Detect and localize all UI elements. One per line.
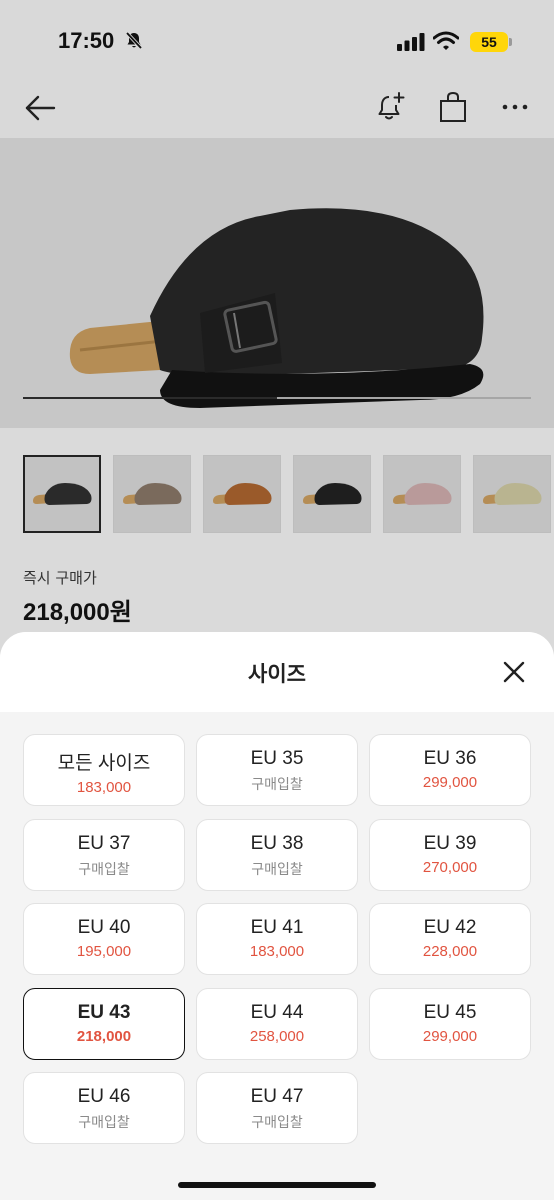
size-option[interactable]: EU 39 270,000 [369, 818, 531, 891]
thumbnail-black[interactable] [23, 455, 101, 533]
wifi-icon [432, 31, 460, 55]
size-option-label: EU 38 [250, 832, 304, 854]
more-icon[interactable] [498, 90, 532, 124]
cellular-signal-icon [397, 33, 425, 55]
size-option[interactable]: EU 41 183,000 [196, 903, 358, 975]
size-option-price: 228,000 [422, 943, 478, 960]
status-time: 17:50 [58, 28, 115, 53]
size-option[interactable]: EU 37 구매입찰 [23, 818, 185, 891]
size-option-label: EU 44 [250, 1001, 304, 1023]
thumbnail-sand[interactable] [473, 455, 551, 533]
size-option-price: 구매입찰 [78, 1115, 130, 1131]
instant-buy-price: 218,000원 [23, 599, 132, 626]
alarm-add-icon[interactable] [374, 90, 408, 124]
size-option[interactable]: EU 44 258,000 [196, 987, 358, 1060]
product-image[interactable] [0, 138, 554, 428]
size-option-label: EU 45 [423, 1001, 477, 1023]
size-option-label: EU 35 [250, 748, 304, 769]
clog-icon [303, 483, 362, 505]
size-option-label: EU 40 [77, 917, 131, 938]
size-option-price: 183,000 [76, 779, 132, 796]
status-bar: 17:50 55 [0, 0, 554, 80]
size-option[interactable]: EU 43 218,000 [23, 987, 185, 1060]
size-option-label: EU 39 [423, 832, 477, 854]
size-option-label: EU 47 [250, 1086, 304, 1107]
close-icon[interactable] [498, 656, 530, 688]
size-option-label: EU 43 [77, 1001, 131, 1023]
size-option[interactable]: EU 42 228,000 [369, 903, 531, 975]
thumbnail-black-leather[interactable] [293, 455, 371, 533]
bell-slash-icon [124, 31, 144, 55]
clog-icon [483, 483, 542, 505]
instant-buy-price-label: 즉시 구매가 [23, 569, 97, 587]
sheet-header: 사이즈 [0, 632, 554, 712]
size-option[interactable]: EU 47 구매입찰 [196, 1072, 358, 1144]
top-nav [0, 80, 554, 138]
size-option-price: 183,000 [249, 943, 305, 960]
size-option-label: EU 41 [250, 917, 304, 938]
shopping-bag-icon[interactable] [436, 90, 470, 124]
thumbnail-pink[interactable] [383, 455, 461, 533]
sheet-title: 사이즈 [248, 662, 306, 686]
size-option-price: 218,000 [76, 1027, 132, 1045]
thumbnail-taupe[interactable] [113, 455, 191, 533]
size-option-price: 299,000 [422, 774, 478, 791]
size-option[interactable]: EU 46 구매입찰 [23, 1072, 185, 1144]
battery-icon: 55 [470, 32, 508, 52]
size-option-price: 구매입찰 [251, 1115, 303, 1131]
size-option-price: 299,000 [422, 1027, 478, 1045]
size-option-price: 258,000 [249, 1027, 305, 1045]
size-option[interactable]: EU 45 299,000 [369, 987, 531, 1060]
size-option-label: EU 46 [77, 1086, 131, 1107]
carousel-progress-track [23, 397, 531, 399]
size-option-label: EU 36 [423, 748, 477, 769]
size-option-price: 구매입찰 [251, 861, 303, 878]
size-option-label: EU 37 [77, 832, 131, 854]
size-bottom-sheet: 사이즈 모든 사이즈 183,000 EU 35 구매입찰 EU 36 299,000 EU… [0, 632, 554, 1200]
carousel-progress-fill [23, 397, 277, 399]
size-option-label: EU 42 [423, 917, 477, 938]
size-option[interactable]: EU 38 구매입찰 [196, 818, 358, 891]
back-arrow-icon[interactable] [22, 92, 58, 124]
thumbnail-strip [23, 455, 554, 535]
size-option-label: 모든 사이즈 [57, 753, 151, 774]
size-option-price: 270,000 [422, 858, 478, 876]
size-option-price: 구매입찰 [78, 861, 130, 878]
home-indicator[interactable] [178, 1182, 376, 1188]
clog-icon [393, 483, 452, 505]
size-option[interactable]: EU 36 299,000 [369, 734, 531, 806]
clog-icon [213, 483, 272, 505]
battery-tip [509, 38, 512, 46]
size-option[interactable]: 모든 사이즈 183,000 [23, 734, 185, 806]
clog-icon [33, 483, 92, 505]
size-option[interactable]: EU 40 195,000 [23, 903, 185, 975]
size-option-price: 195,000 [76, 943, 132, 960]
thumbnail-mocha[interactable] [203, 455, 281, 533]
size-option[interactable]: EU 35 구매입찰 [196, 734, 358, 806]
clog-icon [123, 483, 182, 505]
size-option-price: 구매입찰 [251, 777, 303, 793]
